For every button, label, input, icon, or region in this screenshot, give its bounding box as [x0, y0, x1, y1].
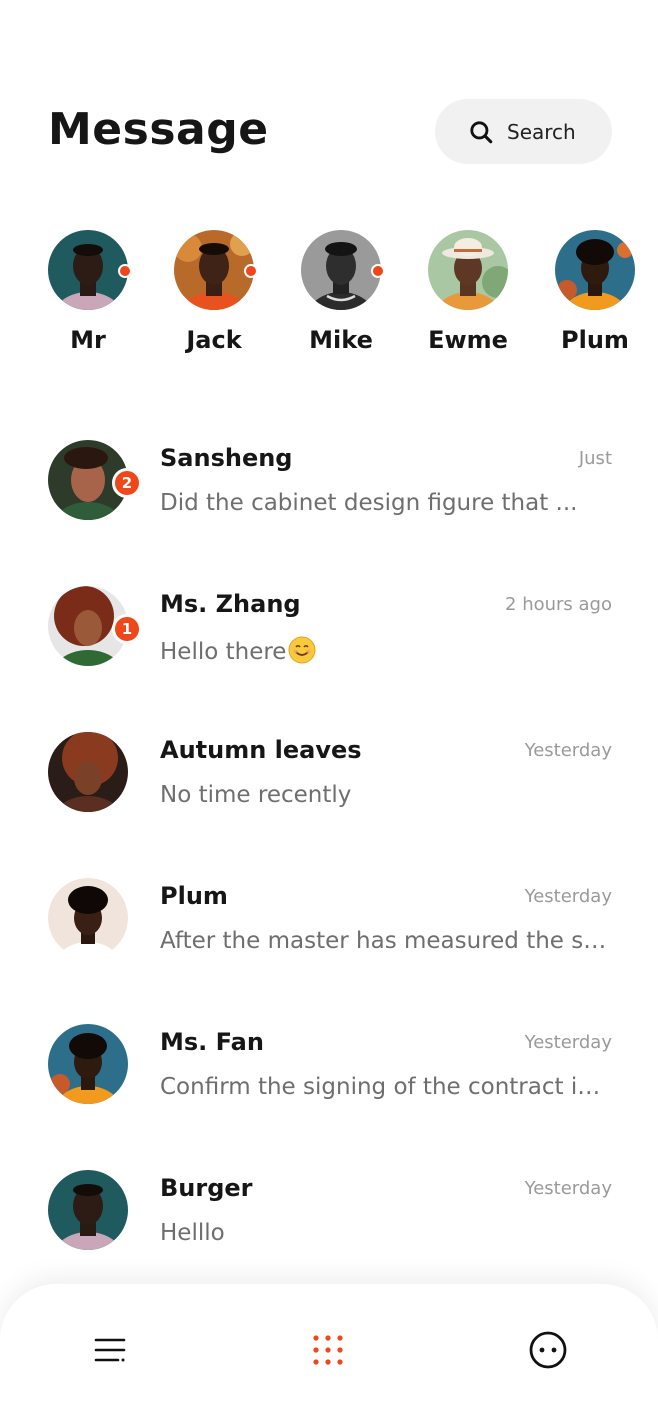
story-item[interactable]: Mike: [286, 230, 396, 354]
story-item[interactable]: Jack: [159, 230, 269, 354]
story-name: Jack: [186, 326, 242, 354]
smile-emoji-icon: [288, 636, 316, 664]
conversation-row[interactable]: Ms. Fan Yesterday Confirm the signing of…: [0, 1024, 658, 1124]
nav-chat[interactable]: [518, 1320, 578, 1380]
online-indicator: [371, 264, 385, 278]
message-time: Yesterday: [524, 740, 612, 761]
message-preview: Helllo: [160, 1220, 225, 1246]
message-time: Yesterday: [524, 886, 612, 907]
conversation-row[interactable]: Autumn leaves Yesterday No time recently: [0, 732, 658, 832]
story-name: Plum: [561, 326, 629, 354]
nav-menu[interactable]: [80, 1320, 140, 1380]
contact-name: Plum: [160, 882, 228, 910]
story-item[interactable]: Mr: [33, 230, 143, 354]
menu-icon: [94, 1338, 126, 1362]
avatar: [174, 230, 254, 310]
search-icon: [470, 120, 493, 143]
message-time: Just: [578, 448, 612, 469]
search-button[interactable]: Search: [435, 99, 612, 164]
search-label: Search: [507, 119, 576, 144]
story-name: Ewme: [428, 326, 508, 354]
online-indicator: [244, 264, 258, 278]
story-name: Mike: [309, 326, 373, 354]
message-time: Yesterday: [524, 1178, 612, 1199]
story-name: Mr: [70, 326, 106, 354]
message-preview: After the master has measured the siz...: [160, 928, 610, 954]
contact-name: Ms. Zhang: [160, 590, 301, 618]
story-item[interactable]: Ewme: [413, 230, 523, 354]
unread-badge: 2: [112, 468, 142, 498]
story-item[interactable]: Plum: [540, 230, 650, 354]
conversation-row[interactable]: Plum Yesterday After the master has meas…: [0, 878, 658, 978]
message-preview: Hello there: [160, 636, 610, 665]
avatar: [428, 230, 508, 310]
contact-name: Sansheng: [160, 444, 293, 472]
avatar: [301, 230, 381, 310]
conversation-row[interactable]: 1 Ms. Zhang 2 hours ago Hello there: [0, 586, 658, 686]
apps-grid-icon: [313, 1335, 343, 1365]
contact-name: Burger: [160, 1174, 253, 1202]
avatar: [48, 230, 128, 310]
unread-badge: 1: [112, 614, 142, 644]
conversation-row[interactable]: 2 Sansheng Just Did the cabinet design f…: [0, 440, 658, 540]
message-preview: Confirm the signing of the contract in .…: [160, 1074, 610, 1100]
avatar: [48, 1170, 128, 1250]
avatar: [48, 1024, 128, 1104]
page-title: Message: [48, 104, 269, 155]
nav-apps[interactable]: [298, 1320, 358, 1380]
avatar: [555, 230, 635, 310]
avatar: [48, 878, 128, 958]
message-time: 2 hours ago: [505, 594, 612, 615]
chat-bubble-icon: [529, 1331, 567, 1369]
avatar: [48, 732, 128, 812]
bottom-nav: [0, 1284, 658, 1424]
contact-name: Autumn leaves: [160, 736, 362, 764]
message-time: Yesterday: [524, 1032, 612, 1053]
online-indicator: [118, 264, 132, 278]
contact-name: Ms. Fan: [160, 1028, 264, 1056]
conversation-row[interactable]: Burger Yesterday Helllo: [0, 1170, 658, 1270]
message-preview: Did the cabinet design figure that ...: [160, 490, 578, 516]
message-preview: No time recently: [160, 782, 352, 808]
